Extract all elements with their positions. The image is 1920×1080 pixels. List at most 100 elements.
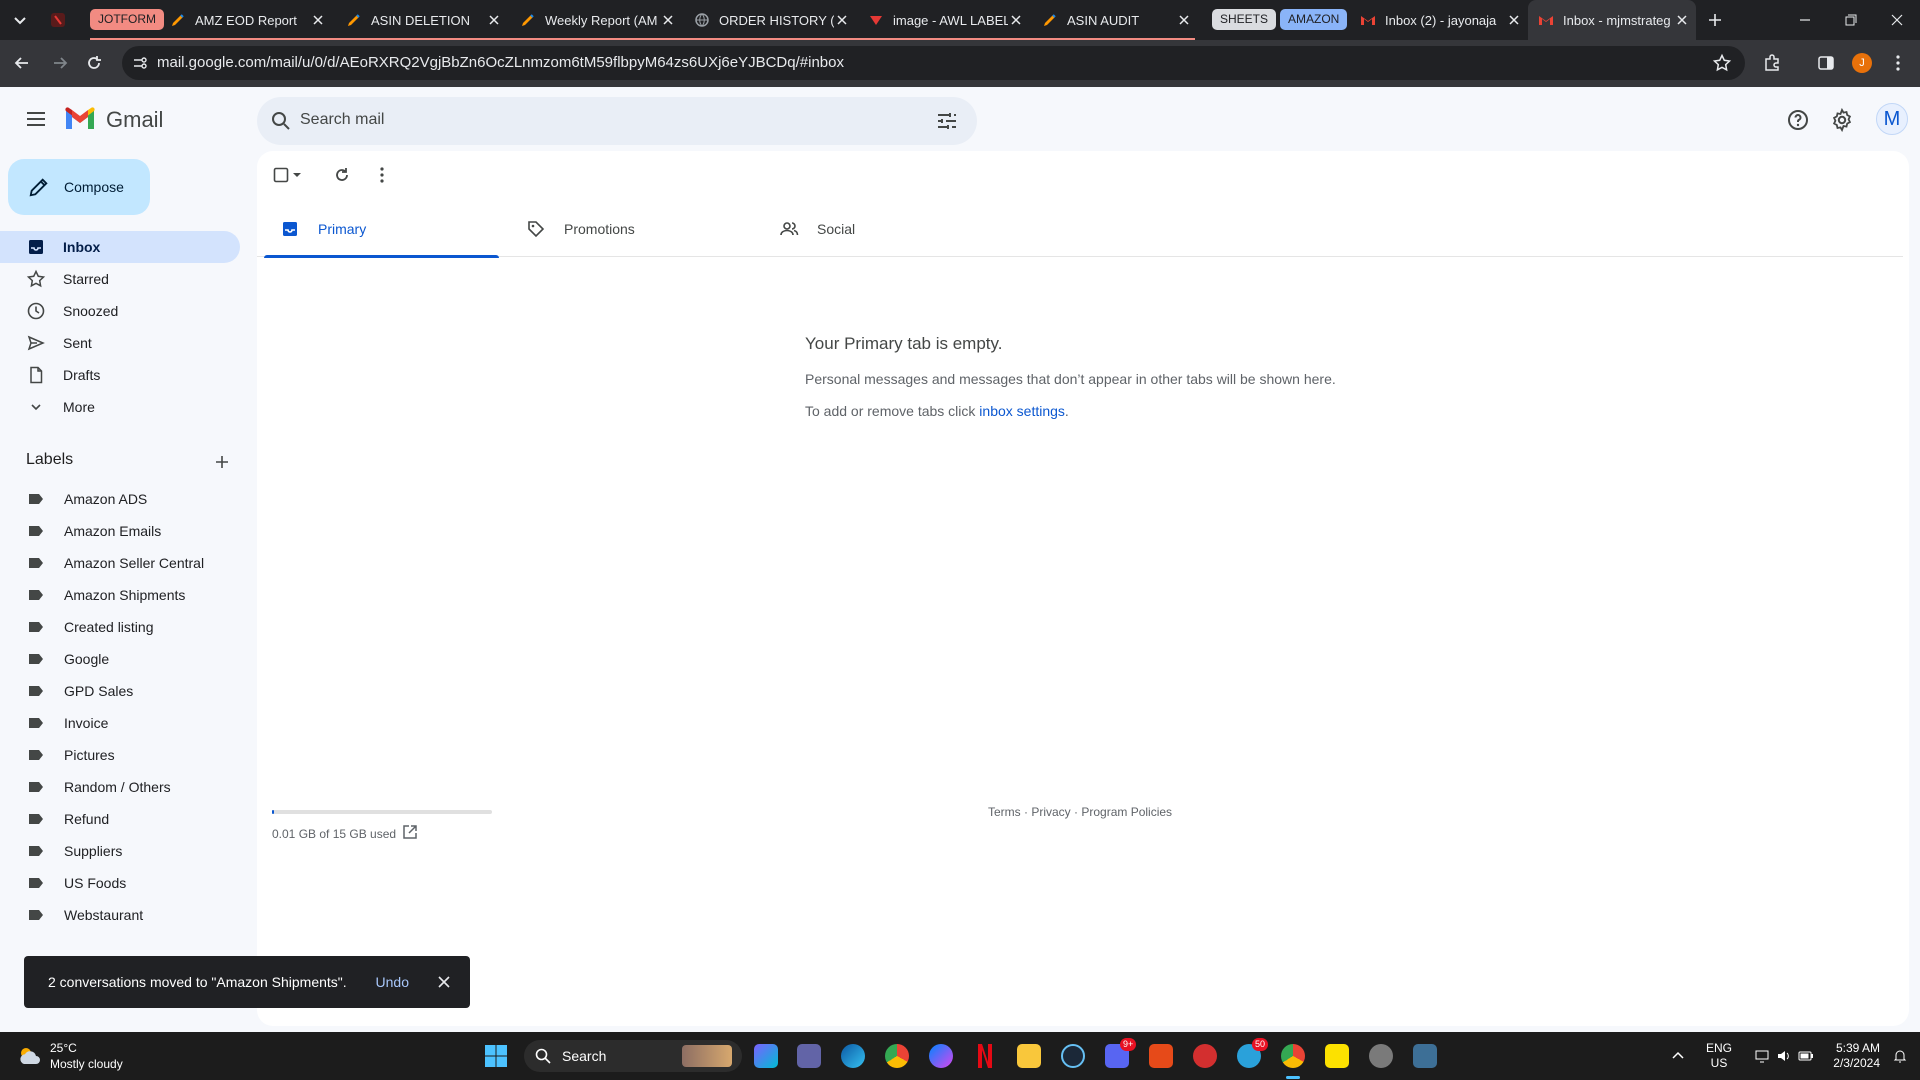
label-item[interactable]: GPD Sales bbox=[0, 675, 240, 707]
file-explorer-app-icon[interactable] bbox=[1017, 1044, 1041, 1068]
close-tab-icon[interactable] bbox=[1176, 12, 1192, 28]
nav-item-inbox[interactable]: Inbox bbox=[0, 231, 240, 263]
browser-tab[interactable]: ORDER HISTORY (C bbox=[684, 7, 856, 33]
terms-link[interactable]: Terms bbox=[988, 805, 1021, 819]
inbox-settings-link[interactable]: inbox settings bbox=[979, 403, 1065, 419]
program-policies-link[interactable]: Program Policies bbox=[1081, 805, 1172, 819]
show-hidden-icons-icon[interactable] bbox=[1670, 1048, 1686, 1064]
label-item[interactable]: Suppliers bbox=[0, 835, 240, 867]
label-item[interactable]: Webstaurant bbox=[0, 899, 240, 931]
nav-item-snoozed[interactable]: Snoozed bbox=[0, 295, 240, 327]
pinned-tab-icon[interactable] bbox=[48, 10, 68, 30]
red-app-icon[interactable] bbox=[1149, 1044, 1173, 1068]
label-item[interactable]: Amazon Emails bbox=[0, 515, 240, 547]
url-field[interactable]: mail.google.com/mail/u/0/d/AEoRXRQ2VgjBb… bbox=[122, 46, 1745, 80]
help-icon[interactable] bbox=[1786, 108, 1810, 132]
tab-group-amazon[interactable]: AMAZON bbox=[1280, 9, 1348, 30]
chrome-active-app-icon[interactable] bbox=[1281, 1044, 1305, 1068]
minimize-icon[interactable] bbox=[1795, 10, 1815, 30]
close-tab-icon[interactable] bbox=[834, 12, 850, 28]
copilot-app-icon[interactable] bbox=[754, 1044, 778, 1068]
anydesk-app-icon[interactable] bbox=[1193, 1044, 1217, 1068]
main-menu-icon[interactable] bbox=[24, 107, 48, 131]
volume-icon[interactable] bbox=[1776, 1048, 1792, 1064]
label-item[interactable]: US Foods bbox=[0, 867, 240, 899]
add-label-icon[interactable] bbox=[212, 452, 232, 472]
more-options-icon[interactable] bbox=[372, 165, 392, 185]
close-icon[interactable] bbox=[435, 973, 453, 991]
site-info-icon[interactable] bbox=[131, 54, 149, 72]
battery-icon[interactable] bbox=[1798, 1048, 1814, 1064]
chrome-app-icon[interactable] bbox=[885, 1044, 909, 1068]
close-tab-icon[interactable] bbox=[310, 12, 326, 28]
label-item[interactable]: Random / Others bbox=[0, 771, 240, 803]
nav-item-starred[interactable]: Starred bbox=[0, 263, 240, 295]
close-window-icon[interactable] bbox=[1887, 10, 1907, 30]
network-icon[interactable] bbox=[1754, 1048, 1770, 1064]
compose-button[interactable]: Compose bbox=[8, 159, 150, 215]
weather-widget[interactable]: 25°C Mostly cloudy bbox=[16, 1040, 123, 1072]
search-box[interactable]: Search mail bbox=[257, 97, 977, 145]
taskbar-search[interactable]: Search bbox=[524, 1040, 742, 1072]
browser-tab[interactable]: Weekly Report (AM bbox=[510, 7, 682, 33]
new-tab-icon[interactable] bbox=[1705, 10, 1725, 30]
browser-tab[interactable]: AMZ EOD Report bbox=[160, 7, 332, 33]
select-all-checkbox[interactable] bbox=[271, 165, 291, 185]
language-indicator[interactable]: ENG US bbox=[1706, 1041, 1732, 1071]
search-icon[interactable] bbox=[269, 109, 293, 133]
close-tab-icon[interactable] bbox=[1674, 12, 1690, 28]
profile-avatar[interactable]: J bbox=[1852, 53, 1872, 73]
forward-icon[interactable] bbox=[50, 53, 70, 73]
browser-tab[interactable]: Inbox (2) - jayonaja bbox=[1350, 7, 1528, 33]
clock[interactable]: 5:39 AM 2/3/2024 bbox=[1826, 1041, 1880, 1071]
tab-primary[interactable]: Primary bbox=[264, 201, 499, 258]
steam-app-icon[interactable] bbox=[1061, 1044, 1085, 1068]
browser-tab[interactable]: image - AWL LABEL bbox=[858, 7, 1030, 33]
calculator-app-icon[interactable] bbox=[1413, 1044, 1437, 1068]
label-item[interactable]: Amazon Shipments bbox=[0, 579, 240, 611]
tab-social[interactable]: Social bbox=[763, 201, 998, 257]
label-item[interactable]: Refund bbox=[0, 803, 240, 835]
label-item[interactable]: Amazon ADS bbox=[0, 483, 240, 515]
nav-item-drafts[interactable]: Drafts bbox=[0, 359, 240, 391]
extensions-icon[interactable] bbox=[1762, 53, 1782, 73]
label-item[interactable]: Amazon Seller Central bbox=[0, 547, 240, 579]
close-tab-icon[interactable] bbox=[1506, 12, 1522, 28]
windows-start-icon[interactable] bbox=[484, 1044, 508, 1068]
close-tab-icon[interactable] bbox=[486, 12, 502, 28]
search-input[interactable]: Search mail bbox=[300, 111, 384, 129]
settings-gear-icon[interactable] bbox=[1830, 108, 1854, 132]
close-tab-icon[interactable] bbox=[660, 12, 676, 28]
gmail-logo-icon[interactable] bbox=[64, 107, 96, 131]
label-item[interactable]: Google bbox=[0, 643, 240, 675]
settings-app-icon[interactable] bbox=[1369, 1044, 1393, 1068]
side-panel-icon[interactable] bbox=[1816, 53, 1836, 73]
chrome-menu-icon[interactable] bbox=[1888, 53, 1908, 73]
label-item[interactable]: Pictures bbox=[0, 739, 240, 771]
notification-bell-icon[interactable] bbox=[1892, 1048, 1908, 1064]
back-icon[interactable] bbox=[12, 53, 32, 73]
tab-promotions[interactable]: Promotions bbox=[510, 201, 745, 257]
nav-item-sent[interactable]: Sent bbox=[0, 327, 240, 359]
undo-button[interactable]: Undo bbox=[376, 974, 409, 990]
search-options-icon[interactable] bbox=[935, 109, 959, 133]
privacy-link[interactable]: Privacy bbox=[1031, 805, 1070, 819]
label-item[interactable]: Created listing bbox=[0, 611, 240, 643]
browser-tab[interactable]: ASIN DELETION bbox=[336, 7, 508, 33]
tab-search-chevron-icon[interactable] bbox=[10, 10, 30, 30]
reload-icon[interactable] bbox=[84, 53, 104, 73]
sticky-notes-app-icon[interactable] bbox=[1325, 1044, 1349, 1068]
tab-group-jotform[interactable]: JOTFORM bbox=[90, 9, 164, 30]
bookmark-star-icon[interactable] bbox=[1712, 53, 1732, 73]
select-dropdown-icon[interactable] bbox=[290, 165, 304, 185]
tab-group-sheets[interactable]: SHEETS bbox=[1212, 9, 1277, 30]
restore-icon[interactable] bbox=[1841, 10, 1861, 30]
refresh-icon[interactable] bbox=[332, 165, 352, 185]
teams-app-icon[interactable] bbox=[797, 1044, 821, 1068]
open-storage-icon[interactable] bbox=[401, 823, 419, 841]
browser-tab-active[interactable]: Inbox - mjmstrateg bbox=[1528, 0, 1696, 40]
account-avatar[interactable]: M bbox=[1876, 103, 1908, 135]
label-item[interactable]: Invoice bbox=[0, 707, 240, 739]
messenger-app-icon[interactable] bbox=[929, 1044, 953, 1068]
edge-app-icon[interactable] bbox=[841, 1044, 865, 1068]
